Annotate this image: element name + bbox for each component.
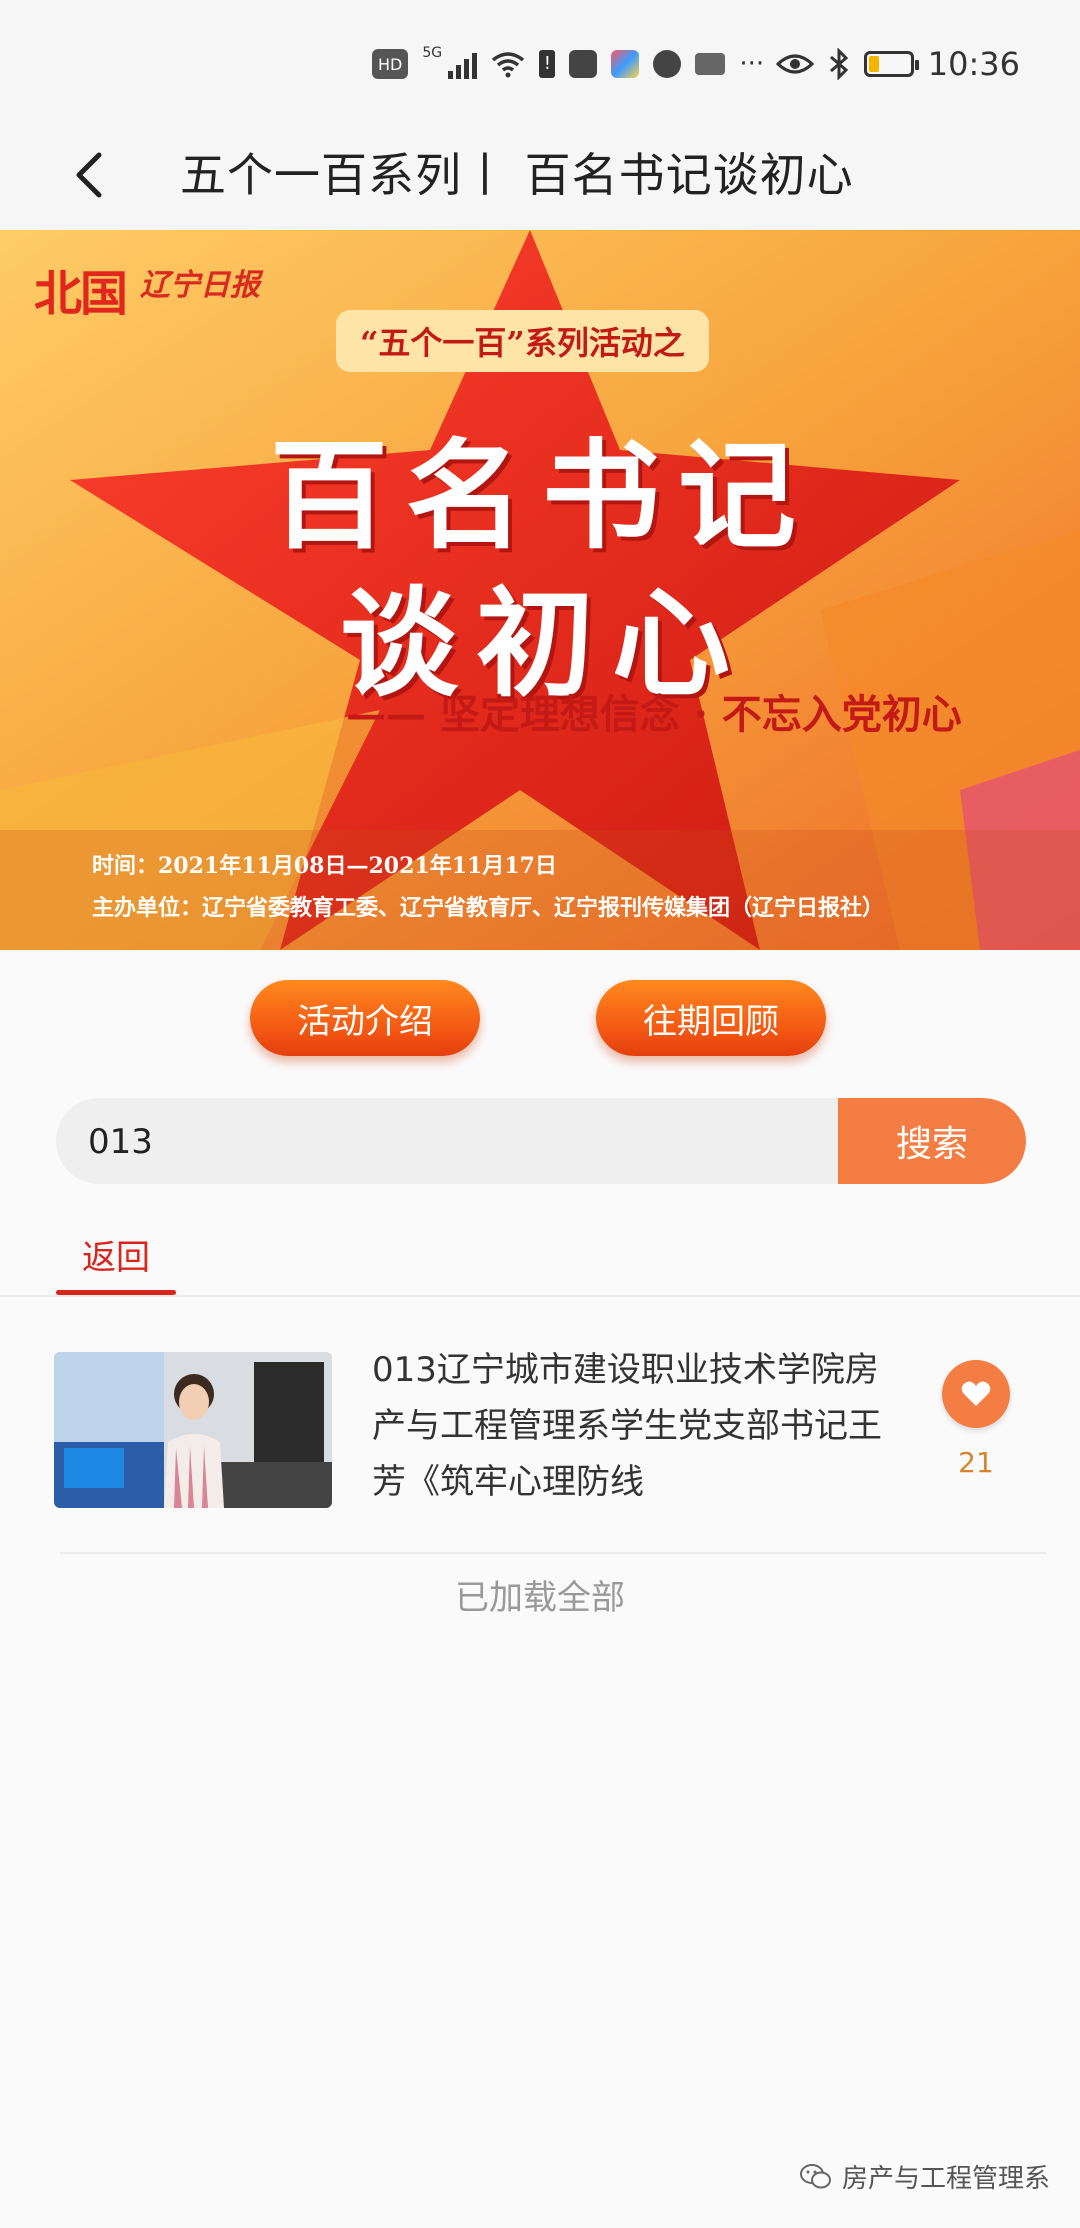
newspaper-logo: 辽宁日报 (140, 268, 260, 303)
wechat-watermark: 房产与工程管理系 (799, 2158, 1050, 2195)
loaded-all-label: 已加载全部 (455, 1578, 625, 1618)
banner-title-line1: 百名书记 (270, 426, 815, 565)
bluetooth-icon (829, 48, 848, 80)
app-icon (611, 50, 640, 78)
watermark-text: 房产与工程管理系 (841, 2164, 1050, 2194)
study-icon (695, 53, 726, 75)
hd-badge: HD (372, 49, 409, 79)
heart-icon (961, 1381, 991, 1406)
eye-icon (775, 54, 814, 74)
alert-icon: ! (539, 50, 556, 78)
event-banner[interactable]: 北国 辽宁日报 “五个一百”系列活动之 百名书记 谈初心 —— 坚定理想信念 ·… (0, 230, 1080, 950)
list-divider (60, 1552, 1046, 1554)
status-icons: HD 5G ! ··· (372, 44, 764, 84)
wifi-icon (492, 52, 525, 78)
like-count: 21 (958, 1446, 994, 1479)
tab-divider (0, 1295, 1080, 1297)
brand-logo: 北国 (34, 266, 128, 322)
signal-label: 5G (422, 45, 443, 61)
wechat-icon (799, 2163, 831, 2188)
page-title: 五个一百系列丨 百名书记谈初心 (180, 148, 854, 202)
banner-subtitle: “五个一百”系列活动之 (336, 310, 709, 372)
search-button[interactable]: 搜索 (838, 1098, 1026, 1184)
banner-organizer: 主办单位：辽宁省委教育工委、辽宁省教育厅、辽宁报刊传媒集团（辽宁日报社） (92, 895, 885, 921)
huawei-icon (569, 50, 598, 78)
activity-intro-button[interactable]: 活动介绍 (250, 980, 480, 1056)
signal-icon: 5G (422, 45, 478, 79)
status-right: 10:36 (775, 42, 1020, 86)
past-review-button[interactable]: 往期回顾 (596, 980, 826, 1056)
result-title[interactable]: 013辽宁城市建设职业技术学院房产与工程管理系学生党支部书记王芳《筑牢心理防线 (372, 1342, 882, 1510)
compass-icon (653, 50, 682, 78)
more-icon: ··· (739, 49, 765, 79)
video-thumbnail[interactable] (54, 1352, 332, 1508)
battery-icon (863, 51, 919, 77)
banner-slogan: —— 坚定理想信念 · 不忘入党初心 (346, 691, 962, 738)
app-header: 五个一百系列丨 百名书记谈初心 (0, 120, 1080, 230)
status-bar: HD 5G ! ··· 10:36 (0, 0, 1080, 120)
chevron-left-icon (76, 152, 102, 198)
search-input[interactable] (86, 1098, 850, 1184)
banner-time: 时间：2021年11月08日—2021年11月17日 (92, 853, 557, 879)
clock: 10:36 (927, 45, 1020, 83)
tab-back[interactable]: 返回 (56, 1228, 176, 1292)
list-item[interactable]: 013辽宁城市建设职业技术学院房产与工程管理系学生党支部书记王芳《筑牢心理防线 … (0, 1330, 1080, 1550)
thumbnail-image (54, 1352, 332, 1508)
like-button[interactable] (942, 1360, 1010, 1428)
back-button[interactable] (58, 142, 118, 208)
search-bar: 搜索 (56, 1098, 1026, 1184)
battery-fill (868, 56, 879, 72)
